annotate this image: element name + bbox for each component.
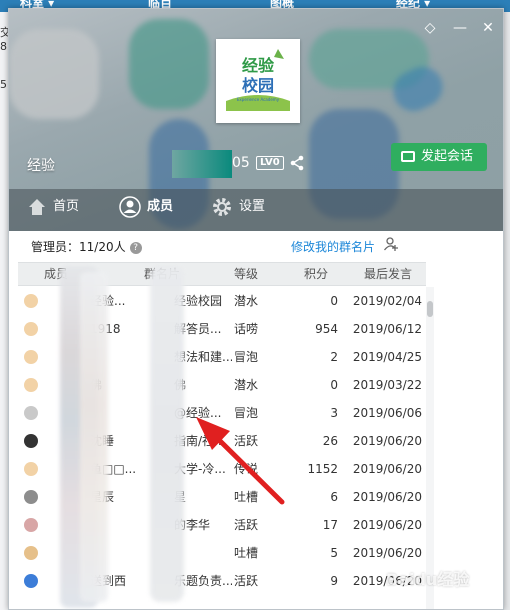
watermark: Baidu经验 <box>386 570 470 589</box>
red-arrow-annotation <box>196 417 285 505</box>
desktop: 科室 ▾ 临百 图概 经纪 ▾ 交 8 5 ◇ — ✕ 经验 校园 Experi… <box>0 0 510 610</box>
